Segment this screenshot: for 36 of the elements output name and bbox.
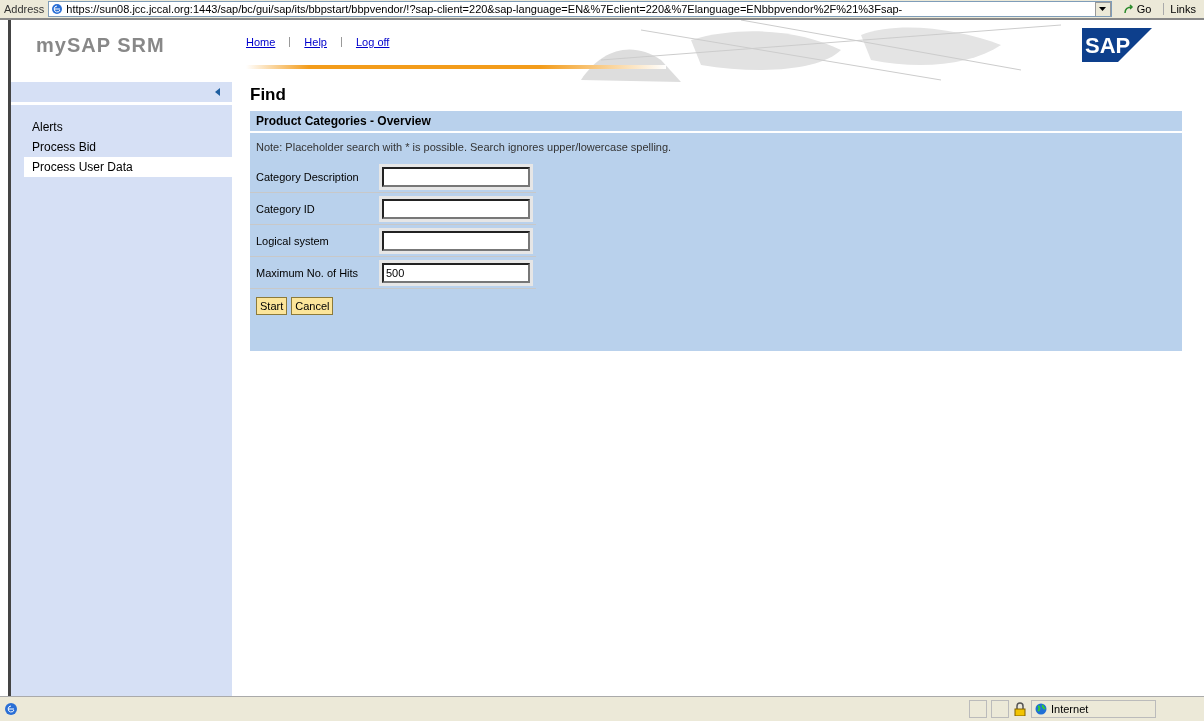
nav-link[interactable]: Home: [246, 36, 276, 48]
nav-link[interactable]: Log off: [355, 36, 390, 48]
collapse-icon[interactable]: [215, 88, 220, 96]
arrow-icon: [1123, 4, 1134, 14]
app-title: mySAP SRM: [35, 33, 166, 57]
go-button[interactable]: Go: [1115, 3, 1160, 15]
address-field[interactable]: https://sun08.jcc.jccal.org:1443/sap/bc/gui/sap/its/bbpstart/bbpvendor/!?sap-client=220&sap-language=EN&%7Eclient=220&%7Elanguage=ENbbpvendor%2F%21%3Fsap-: [48, 1, 1112, 17]
note-text: Note: Placeholder search with * is possible. Search ignores upper/lowercase spelling.: [255, 140, 673, 155]
brand-logo: SAP: [1082, 28, 1152, 62]
action-button[interactable]: Start: [256, 297, 288, 315]
input-field[interactable]: [382, 230, 530, 251]
field-label: Category Description: [256, 170, 360, 183]
input-field[interactable]: [382, 198, 530, 219]
sidebar-item[interactable]: Alerts: [24, 117, 232, 137]
globe-icon: [1035, 703, 1047, 715]
input-field[interactable]: 500: [382, 262, 530, 283]
nav-link[interactable]: Help: [304, 36, 327, 48]
input-field[interactable]: [382, 166, 530, 187]
field-label: Maximum No. of Hits: [256, 266, 360, 279]
lock-icon: [1013, 702, 1027, 716]
sidebar-item[interactable]: Process Bid: [24, 137, 232, 157]
action-button[interactable]: Cancel: [291, 297, 334, 315]
browser-icon: [51, 3, 64, 15]
page-title: Find: [250, 85, 287, 105]
dropdown-button[interactable]: [1094, 2, 1111, 16]
field-label: Logical system: [256, 234, 330, 247]
page-icon: [4, 702, 18, 716]
caret-icon: [1099, 7, 1107, 11]
status-panel: [969, 700, 987, 718]
status-panel: [991, 700, 1009, 718]
panel-title: Product Categories - Overview: [250, 111, 1182, 133]
field-label: Category ID: [256, 202, 316, 215]
links-button[interactable]: Links: [1163, 3, 1200, 15]
zone-label: Internet: [1051, 703, 1089, 715]
sidebar-item[interactable]: Process User Data: [24, 157, 232, 177]
address-label: Address: [4, 3, 45, 15]
